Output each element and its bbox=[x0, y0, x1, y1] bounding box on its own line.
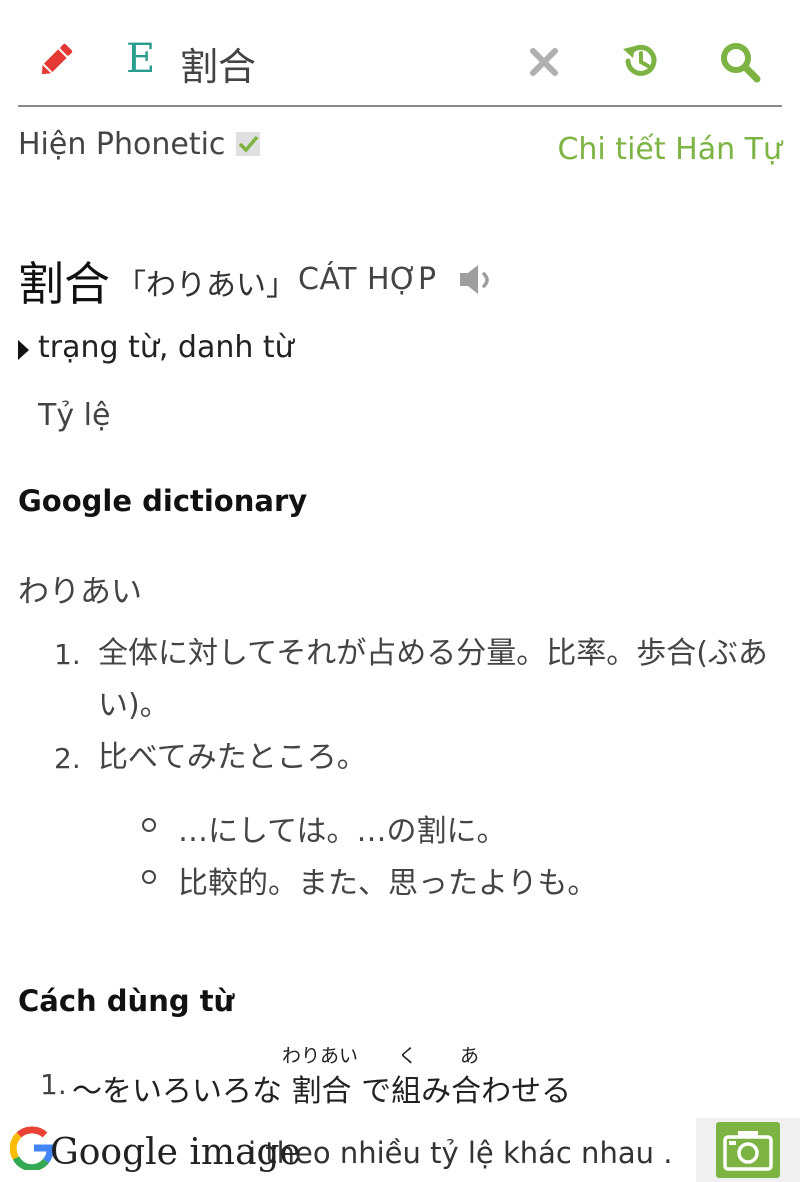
bullet-icon bbox=[142, 818, 156, 832]
entry-han-viet: CÁT HỢP bbox=[298, 262, 437, 297]
pencil-icon[interactable] bbox=[34, 38, 78, 82]
definition-number: 2. bbox=[54, 742, 81, 775]
usage-translation: i theo nhiều tỷ lệ khác nhau . bbox=[248, 1136, 673, 1170]
ruby-reading: あ bbox=[460, 1045, 480, 1067]
dictionary-kana: わりあい bbox=[18, 574, 142, 610]
dictionary-mode-letter[interactable]: E bbox=[126, 36, 155, 82]
close-icon[interactable] bbox=[524, 42, 564, 82]
camera-icon bbox=[723, 1131, 773, 1171]
google-g-icon bbox=[9, 1126, 54, 1179]
usage-sentence: ～をいろいろな 割合 で組み合わせる bbox=[72, 1074, 572, 1109]
bullet-icon bbox=[142, 870, 156, 884]
google-image-label: Google image bbox=[50, 1132, 301, 1173]
check-icon bbox=[238, 135, 259, 153]
speaker-icon[interactable] bbox=[458, 260, 498, 304]
phonetic-checkbox[interactable] bbox=[236, 132, 260, 156]
definition-number: 1. bbox=[54, 638, 81, 671]
google-dictionary-title: Google dictionary bbox=[18, 484, 308, 518]
definition-line: 全体に対してそれが占める分量。比率。歩合(ぶあ bbox=[98, 636, 768, 671]
entry-meaning: Tỷ lệ bbox=[38, 398, 111, 433]
search-input[interactable]: 割合 bbox=[180, 36, 256, 91]
camera-button[interactable] bbox=[716, 1122, 780, 1178]
search-icon[interactable] bbox=[716, 38, 764, 86]
definition-line: い)。 bbox=[98, 688, 170, 723]
toolbar-divider bbox=[18, 105, 782, 107]
google-image-button[interactable]: Google image bbox=[9, 1126, 301, 1179]
sub-definition: …にしては。…の割に。 bbox=[178, 814, 507, 849]
caret-right-icon[interactable] bbox=[18, 340, 29, 360]
entry-word: 割合 bbox=[18, 257, 110, 311]
sub-definition: 比較的。また、思ったよりも。 bbox=[178, 866, 598, 901]
entry-reading: 「わりあい」 bbox=[116, 268, 296, 303]
phonetic-label: Hiện Phonetic bbox=[18, 127, 226, 162]
usage-number: 1. bbox=[40, 1068, 67, 1101]
history-icon[interactable] bbox=[618, 38, 664, 84]
definition-line: 比べてみたところ。 bbox=[98, 740, 367, 775]
ruby-reading: わりあい bbox=[282, 1045, 359, 1067]
ruby-reading: く bbox=[398, 1045, 418, 1067]
usage-title: Cách dùng từ bbox=[18, 984, 235, 1018]
part-of-speech: trạng từ, danh từ bbox=[38, 330, 294, 365]
kanji-detail-link[interactable]: Chi tiết Hán Tự bbox=[557, 132, 782, 167]
